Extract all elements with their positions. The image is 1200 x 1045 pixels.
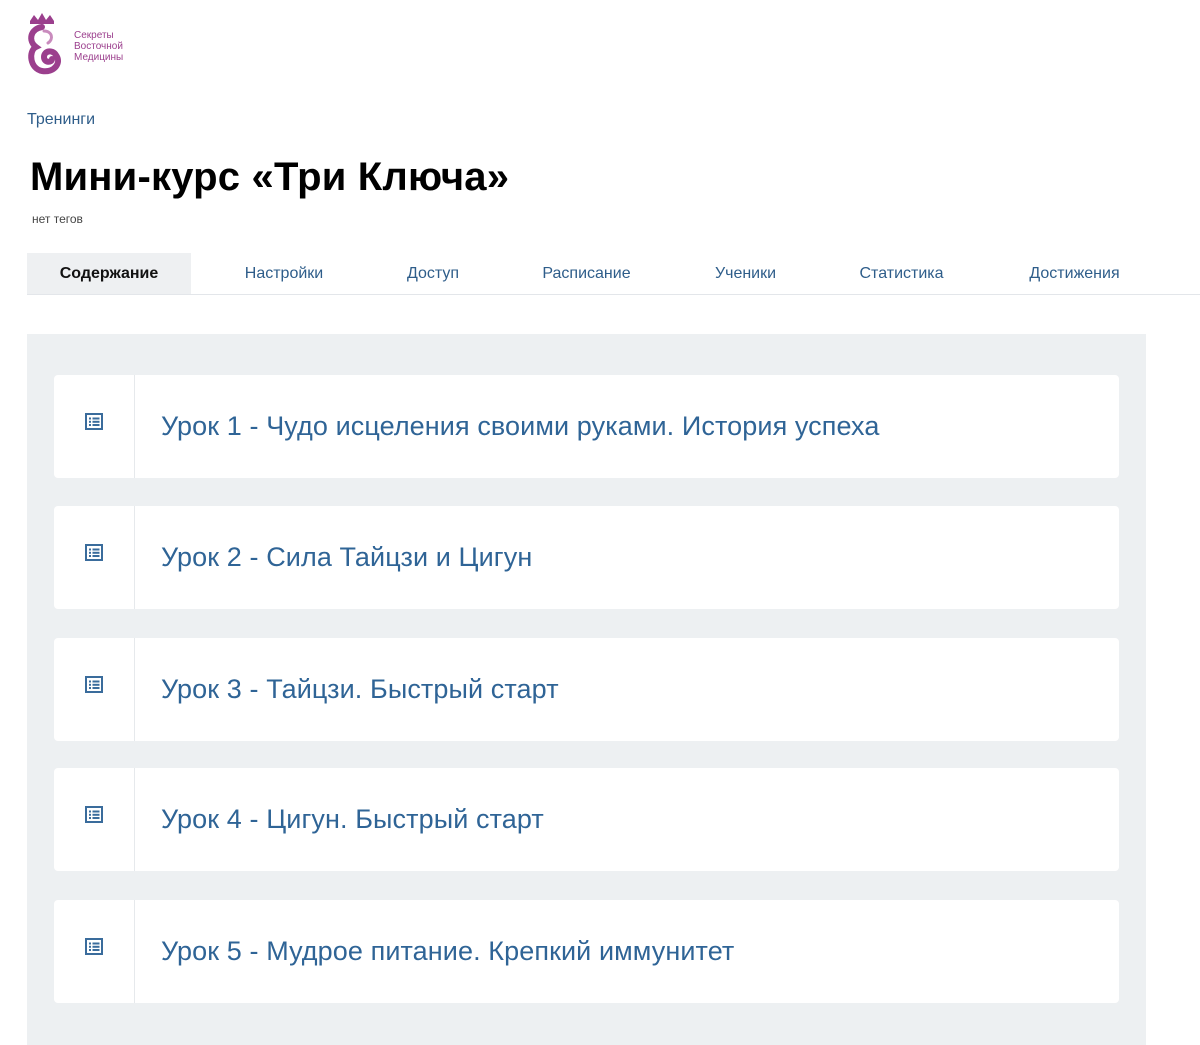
lesson-title[interactable]: Урок 4 - Цигун. Быстрый старт xyxy=(135,768,544,871)
tab-content[interactable]: Содержание xyxy=(27,253,191,294)
tab-schedule[interactable]: Расписание xyxy=(489,253,684,294)
lesson-title[interactable]: Урок 1 - Чудо исцеления своими руками. И… xyxy=(135,375,879,478)
logo-text-line: Медицины xyxy=(74,51,124,63)
tab-bar: Содержание Настройки Доступ Расписание У… xyxy=(27,253,1200,295)
tab-students[interactable]: Ученики xyxy=(684,253,807,294)
tab-achievements[interactable]: Достижения xyxy=(996,253,1153,294)
lesson-item[interactable]: Урок 4 - Цигун. Быстрый старт xyxy=(54,768,1119,871)
lesson-list-icon xyxy=(85,806,103,823)
lesson-list-icon xyxy=(85,544,103,561)
tab-statistics[interactable]: Статистика xyxy=(807,253,996,294)
lesson-icon-cell xyxy=(54,506,135,609)
lesson-title[interactable]: Урок 2 - Сила Тайцзи и Цигун xyxy=(135,506,532,609)
lesson-icon-cell xyxy=(54,900,135,1003)
lesson-item[interactable]: Урок 2 - Сила Тайцзи и Цигун xyxy=(54,506,1119,609)
logo-text-line: Секреты xyxy=(74,29,114,41)
lesson-icon-cell xyxy=(54,768,135,871)
lesson-icon-cell xyxy=(54,638,135,741)
lesson-list-icon xyxy=(85,413,103,430)
brand-logo[interactable]: Секреты Восточной Медицины xyxy=(22,10,152,82)
lessons-panel: Урок 1 - Чудо исцеления своими руками. И… xyxy=(27,334,1146,1045)
breadcrumb-trainings-link[interactable]: Тренинги xyxy=(27,111,95,129)
tags-label: нет тегов xyxy=(32,212,83,226)
logo-text-line: Восточной xyxy=(74,40,123,52)
logo-wordmark: Секреты Восточной Медицины xyxy=(74,30,123,63)
page-title: Мини-курс «Три Ключа» xyxy=(30,155,510,199)
lesson-icon-cell xyxy=(54,375,135,478)
lesson-title[interactable]: Урок 3 - Тайцзи. Быстрый старт xyxy=(135,638,559,741)
tab-access[interactable]: Доступ xyxy=(377,253,489,294)
tab-settings[interactable]: Настройки xyxy=(191,253,377,294)
logo-emblem-icon xyxy=(28,13,62,75)
lesson-title[interactable]: Урок 5 - Мудрое питание. Крепкий иммунит… xyxy=(135,900,734,1003)
lesson-list-icon xyxy=(85,676,103,693)
lesson-item[interactable]: Урок 3 - Тайцзи. Быстрый старт xyxy=(54,638,1119,741)
lesson-item[interactable]: Урок 5 - Мудрое питание. Крепкий иммунит… xyxy=(54,900,1119,1003)
lesson-list-icon xyxy=(85,938,103,955)
lesson-item[interactable]: Урок 1 - Чудо исцеления своими руками. И… xyxy=(54,375,1119,478)
